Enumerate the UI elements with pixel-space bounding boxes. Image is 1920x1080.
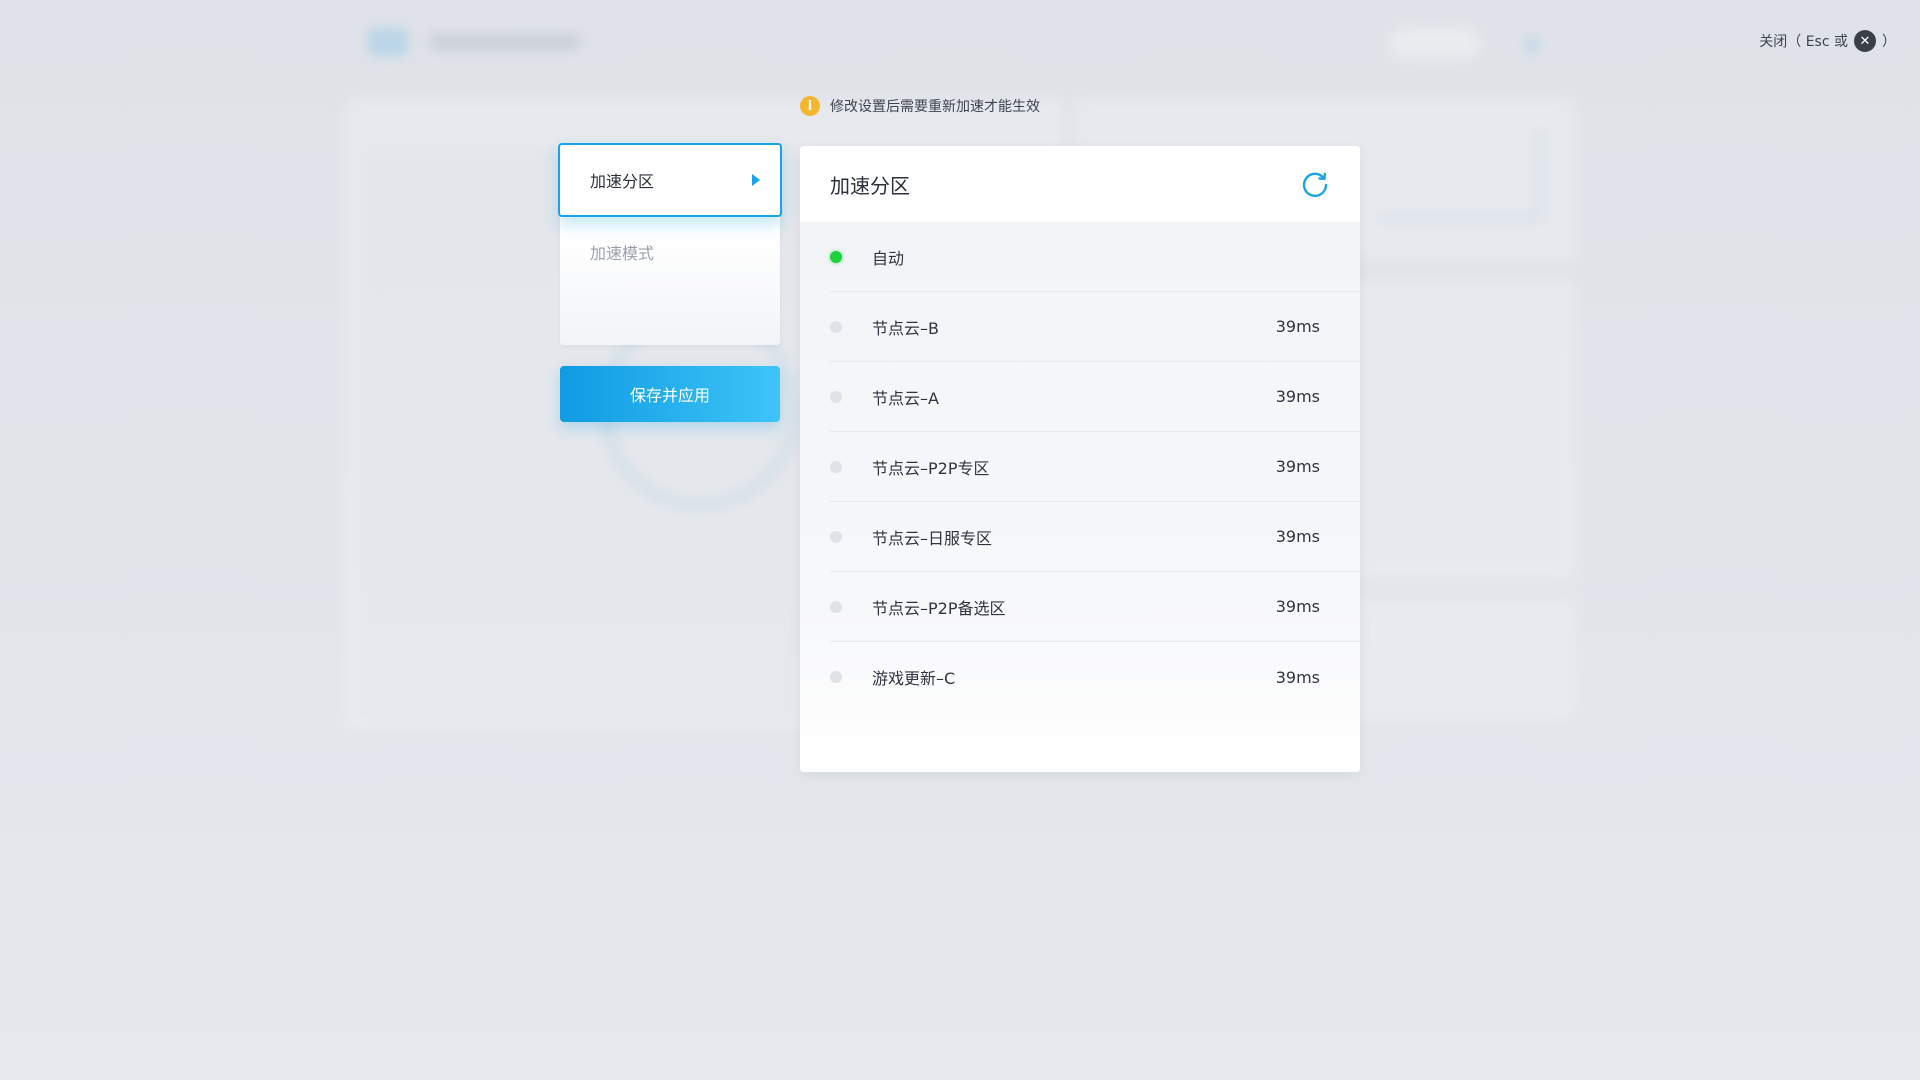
zone-ping: 39ms — [1275, 527, 1320, 546]
zone-name: 节点云–P2P专区 — [872, 458, 990, 478]
refresh-icon[interactable] — [1300, 169, 1330, 199]
status-dot — [830, 600, 842, 613]
close-icon[interactable]: ✕ — [1854, 30, 1876, 52]
zone-row[interactable]: 游戏更新–C 39ms — [830, 642, 1360, 712]
zone-name: 游戏更新–C — [872, 669, 956, 688]
panel-header: 加速分区 — [800, 146, 1360, 222]
caret-right-icon — [752, 174, 760, 186]
menu-item-label: 加速分区 — [590, 172, 655, 191]
zone-name: 节点云–A — [872, 388, 939, 408]
zone-panel: 加速分区 自动 节点云–B 39ms 节点云–A 39ms 节点云–P2P专区 … — [800, 146, 1360, 772]
zone-ping: 39ms — [1275, 317, 1320, 336]
panel-title: 加速分区 — [830, 173, 910, 198]
bg-title — [430, 34, 580, 50]
zone-row[interactable]: 节点云–日服专区 39ms — [830, 502, 1360, 572]
settings-overlay: i 修改设置后需要重新加速才能生效 关闭（ Esc 或 ✕ ） 加速分区 加速模… — [0, 0, 1920, 1080]
settings-menu: 加速分区 加速模式 — [558, 143, 782, 345]
zone-row[interactable]: 节点云–B 39ms — [830, 292, 1360, 362]
status-dot — [830, 460, 842, 473]
zone-ping: 39ms — [1275, 667, 1320, 687]
menu-item-label: 加速模式 — [590, 244, 655, 263]
close-hint-prefix: 关闭（ Esc 或 — [1759, 34, 1848, 50]
zone-name: 节点云–日服专区 — [872, 528, 993, 548]
settings-notice: i 修改设置后需要重新加速才能生效 — [800, 96, 1040, 116]
zone-name: 自动 — [872, 248, 905, 268]
bg-pill — [1390, 28, 1480, 58]
zone-name: 节点云–B — [872, 318, 939, 338]
save-apply-button[interactable]: 保存并应用 — [560, 366, 780, 422]
status-dot-active — [830, 250, 842, 263]
status-dot — [830, 320, 842, 333]
menu-item-accel-zone[interactable]: 加速分区 — [558, 143, 782, 217]
zone-list: 自动 节点云–B 39ms 节点云–A 39ms 节点云–P2P专区 39ms … — [800, 222, 1360, 772]
notice-text: 修改设置后需要重新加速才能生效 — [830, 99, 1040, 115]
menu-item-accel-mode[interactable]: 加速模式 — [560, 217, 780, 287]
info-icon: i — [800, 96, 820, 116]
zone-row-auto[interactable]: 自动 — [830, 222, 1360, 292]
zone-name: 节点云–P2P备选区 — [872, 598, 1006, 618]
zone-ping: 39ms — [1275, 387, 1320, 406]
zone-ping: 39ms — [1275, 457, 1320, 476]
bg-sparkline — [1380, 130, 1540, 220]
status-dot — [830, 390, 842, 403]
zone-row[interactable]: 节点云–A 39ms — [830, 362, 1360, 432]
bg-dot — [1525, 38, 1539, 52]
bg-logo-icon — [368, 28, 408, 56]
zone-ping: 39ms — [1275, 597, 1320, 616]
close-hint-suffix: ） — [1882, 34, 1896, 50]
close-hint: 关闭（ Esc 或 ✕ ） — [1759, 30, 1896, 52]
zone-row[interactable]: 节点云–P2P专区 39ms — [830, 432, 1360, 502]
status-dot — [830, 671, 842, 683]
zone-row[interactable]: 节点云–P2P备选区 39ms — [830, 572, 1360, 642]
status-dot — [830, 530, 842, 543]
